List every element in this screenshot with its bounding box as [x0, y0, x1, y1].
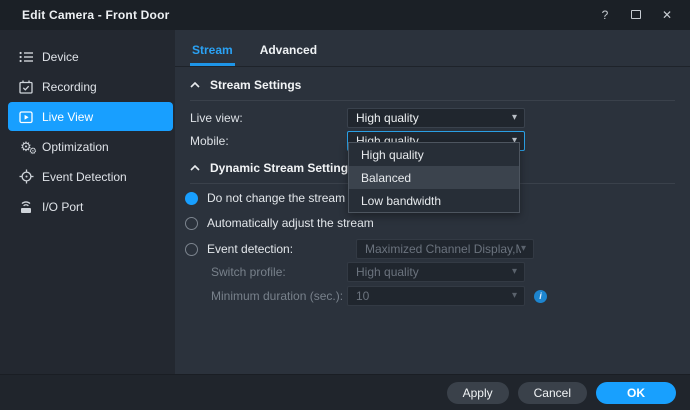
radio-button-selected[interactable] [185, 192, 198, 205]
sidebar-item-recording[interactable]: Recording [8, 72, 173, 101]
sidebar-item-label: Device [42, 50, 79, 64]
chevron-down-icon: ▾ [512, 113, 517, 123]
min-duration-label: Minimum duration (sec.): [211, 289, 347, 303]
chevron-up-icon [190, 82, 200, 88]
radio-row-event-detection: Event detection: Maximized Channel Displ… [175, 239, 690, 259]
cancel-button[interactable]: Cancel [518, 382, 587, 404]
apply-button[interactable]: Apply [447, 382, 509, 404]
close-icon[interactable]: ✕ [660, 8, 674, 22]
sidebar-item-optimization[interactable]: ⚙ ⚙ Optimization [8, 132, 173, 161]
device-list-icon [18, 49, 34, 64]
min-duration-select: 10 ▾ [347, 286, 525, 306]
crosshair-icon [18, 169, 34, 184]
restore-icon[interactable] [629, 8, 643, 22]
sidebar-item-label: Recording [42, 80, 97, 94]
section-stream-settings[interactable]: Stream Settings [190, 78, 675, 101]
play-video-icon [18, 109, 34, 124]
dropdown-option-balanced[interactable]: Balanced [349, 166, 519, 189]
dropdown-option-low-bandwidth[interactable]: Low bandwidth [349, 189, 519, 212]
dropdown-option-high-quality[interactable]: High quality [349, 143, 519, 166]
event-profile-select: Maximized Channel Display,Moti... ▾ [356, 239, 534, 259]
sidebar-item-io-port[interactable]: I/O Port [8, 192, 173, 221]
switch-profile-select: High quality ▾ [347, 262, 525, 282]
mobile-label: Mobile: [190, 134, 347, 148]
io-port-icon [18, 199, 34, 214]
calendar-check-icon [18, 79, 34, 94]
live-view-select[interactable]: High quality ▾ [347, 108, 525, 128]
sidebar-item-label: Event Detection [42, 170, 127, 184]
sidebar-item-event-detection[interactable]: Event Detection [8, 162, 173, 191]
chevron-up-icon [190, 165, 200, 171]
switch-profile-label: Switch profile: [211, 265, 347, 279]
sidebar-item-label: I/O Port [42, 200, 83, 214]
section-title: Stream Settings [210, 78, 301, 92]
titlebar: Edit Camera - Front Door ? ✕ [0, 0, 690, 30]
tab-advanced[interactable]: Advanced [258, 40, 319, 66]
radio-label: Automatically adjust the stream [207, 216, 374, 230]
footer-bar: Apply Cancel OK [0, 374, 690, 410]
info-icon[interactable]: i [534, 290, 547, 303]
chevron-down-icon: ▾ [521, 244, 526, 254]
chevron-down-icon: ▾ [512, 291, 517, 301]
ok-button[interactable]: OK [596, 382, 676, 404]
section-title: Dynamic Stream Settings [210, 161, 355, 175]
mobile-dropdown-panel: High quality Balanced Low bandwidth [348, 142, 520, 213]
sidebar-item-live-view[interactable]: Live View [8, 102, 173, 131]
tab-bar: Stream Advanced [175, 30, 690, 67]
radio-label: Event detection: [207, 242, 347, 256]
sidebar-item-device[interactable]: Device [8, 42, 173, 71]
gears-icon: ⚙ ⚙ [18, 139, 34, 154]
min-duration-row: Minimum duration (sec.): 10 ▾ i [175, 286, 690, 306]
switch-profile-row: Switch profile: High quality ▾ [175, 262, 690, 282]
live-view-label: Live view: [190, 111, 347, 125]
sidebar-item-label: Optimization [42, 140, 109, 154]
live-view-row: Live view: High quality ▾ [175, 108, 690, 128]
dialog-title: Edit Camera - Front Door [22, 8, 169, 22]
radio-button[interactable] [185, 217, 198, 230]
sidebar-item-label: Live View [42, 110, 93, 124]
help-icon[interactable]: ? [598, 8, 612, 22]
chevron-down-icon: ▾ [512, 267, 517, 277]
edit-camera-dialog: Edit Camera - Front Door ? ✕ Device [0, 0, 690, 410]
sidebar: Device Recording [0, 30, 175, 374]
radio-button[interactable] [185, 243, 198, 256]
radio-row-auto-adjust: Automatically adjust the stream [175, 216, 690, 230]
titlebar-controls: ? ✕ [598, 8, 674, 22]
tab-stream[interactable]: Stream [190, 40, 235, 66]
